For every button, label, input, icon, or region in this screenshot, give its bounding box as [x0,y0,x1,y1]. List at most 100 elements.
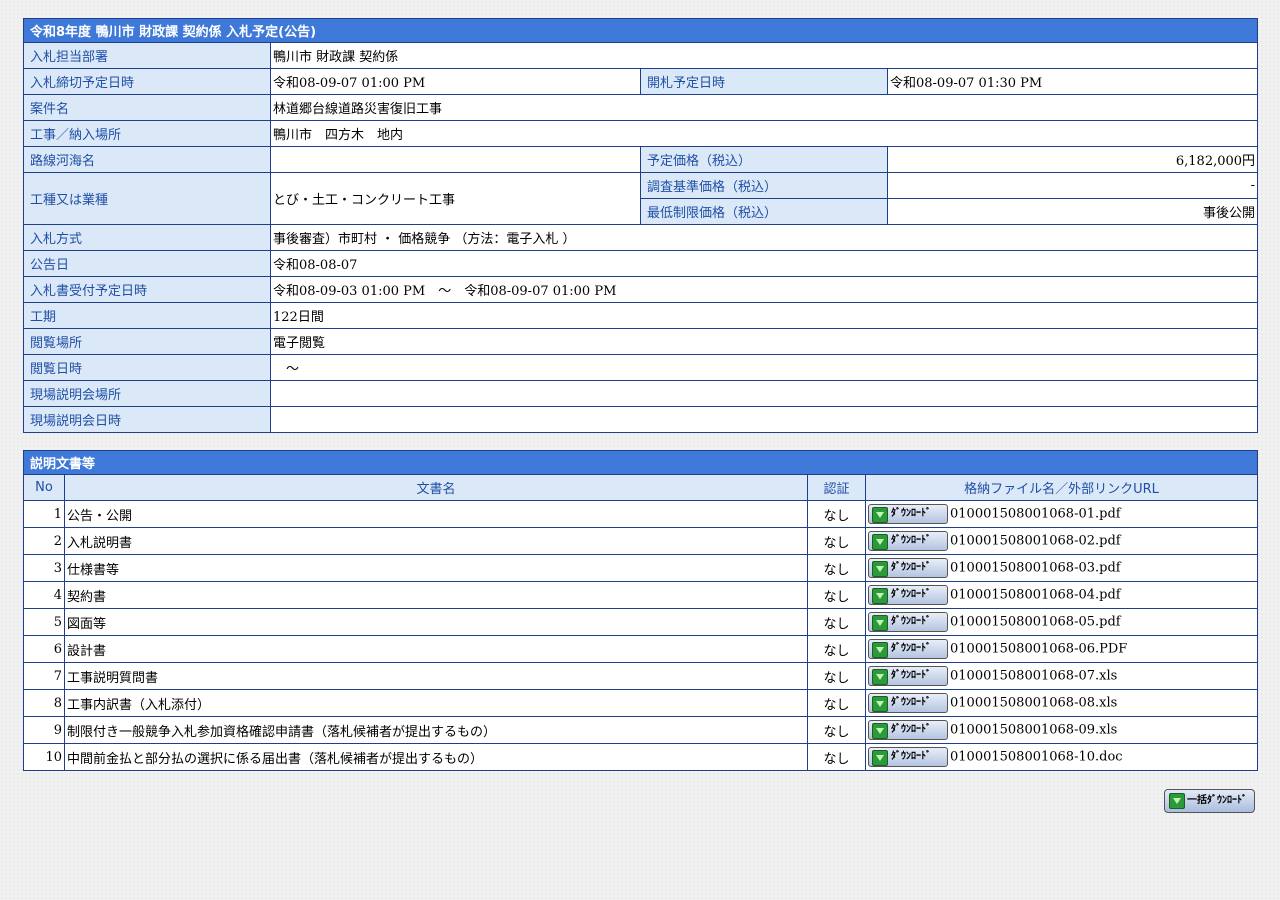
doc-name: 公告・公開 [64,500,808,528]
doc-filename[interactable]: 010001508001068-03.pdf [950,561,1121,576]
download-icon [872,750,888,766]
table-row: 5 図面等 なし ﾀﾞｳﾝﾛｰﾄﾞ 010001508001068-05.pdf [23,608,1259,636]
download-label: ﾀﾞｳﾝﾛｰﾄﾞ [891,751,931,762]
download-button[interactable]: ﾀﾞｳﾝﾛｰﾄﾞ [868,612,948,632]
doc-auth: なし [807,581,866,609]
col-no-header: No [23,474,65,501]
doc-file-cell: ﾀﾞｳﾝﾛｰﾄﾞ 010001508001068-06.PDF [864,635,1259,663]
doc-filename[interactable]: 010001508001068-08.xls [950,696,1117,711]
department-value: 鴨川市 財政課 契約係 [269,42,1259,69]
construction-period-value: 122日間 [269,302,1259,329]
table-row: 10 中間前金払と部分払の選択に係る届出書（落札候補者が提出するもの） なし ﾀﾞｳﾝ… [23,743,1259,771]
briefing-place-label: 現場説明会場所 [23,380,271,407]
receipt-period-value: 令和08-09-03 01:00 PM ～ 令和08-09-07 01:00 P… [269,276,1259,303]
doc-no: 6 [23,635,65,663]
doc-auth: なし [807,716,866,744]
viewing-time-value: ～ [269,354,1259,381]
doc-auth: なし [807,743,866,771]
download-label: ﾀﾞｳﾝﾛｰﾄﾞ [891,697,931,708]
location-value: 鴨川市 四方木 地内 [269,120,1259,147]
download-icon [872,561,888,577]
notice-title: 令和8年度 鴨川市 財政課 契約係 入札予定(公告) [22,18,1259,43]
doc-name: 工事内訳書（入札添付） [64,689,808,717]
department-label: 入札担当部署 [23,42,271,69]
doc-name: 入札説明書 [64,527,808,555]
doc-auth: なし [807,662,866,690]
download-button[interactable]: ﾀﾞｳﾝﾛｰﾄﾞ [868,531,948,551]
construction-period-label: 工期 [23,302,271,329]
download-button[interactable]: ﾀﾞｳﾝﾛｰﾄﾞ [868,720,948,740]
download-button[interactable]: ﾀﾞｳﾝﾛｰﾄﾞ [868,558,948,578]
bulk-download-button[interactable]: 一括ﾀﾞｳﾝﾛｰﾄﾞ [1164,789,1255,813]
announce-date-value: 令和08-08-07 [269,250,1259,277]
doc-no: 9 [23,716,65,744]
bulk-download-label: 一括ﾀﾞｳﾝﾛｰﾄﾞ [1187,795,1247,806]
download-icon [872,642,888,658]
announce-date-label: 公告日 [23,250,271,277]
doc-no: 1 [23,500,65,528]
doc-no: 2 [23,527,65,555]
doc-no: 3 [23,554,65,582]
opening-label: 開札予定日時 [640,68,888,95]
method-value: 事後審査）市町村 ・ 価格競争 （方法：電子入札 ） [269,224,1259,251]
doc-filename[interactable]: 010001508001068-10.doc [950,750,1123,765]
download-icon [872,669,888,685]
table-row: 6 設計書 なし ﾀﾞｳﾝﾛｰﾄﾞ 010001508001068-06.PDF [23,635,1259,663]
download-label: ﾀﾞｳﾝﾛｰﾄﾞ [891,670,931,681]
download-button[interactable]: ﾀﾞｳﾝﾛｰﾄﾞ [868,693,948,713]
route-label: 路線河海名 [23,146,271,173]
doc-no: 10 [23,743,65,771]
doc-filename[interactable]: 010001508001068-06.PDF [950,642,1127,657]
download-button[interactable]: ﾀﾞｳﾝﾛｰﾄﾞ [868,666,948,686]
doc-file-cell: ﾀﾞｳﾝﾛｰﾄﾞ 010001508001068-04.pdf [864,581,1259,609]
doc-name: 図面等 [64,608,808,636]
documents-title: 説明文書等 [22,450,1259,475]
survey-price-label: 調査基準価格（税込） [640,172,888,199]
doc-auth: なし [807,635,866,663]
download-button[interactable]: ﾀﾞｳﾝﾛｰﾄﾞ [868,585,948,605]
min-price-value: 事後公開 [886,198,1259,225]
deadline-value: 令和08-09-07 01:00 PM [270,68,641,95]
receipt-period-label: 入札書受付予定日時 [23,276,271,303]
doc-no: 5 [23,608,65,636]
download-button[interactable]: ﾀﾞｳﾝﾛｰﾄﾞ [868,504,948,524]
doc-name: 設計書 [64,635,808,663]
table-row: 4 契約書 なし ﾀﾞｳﾝﾛｰﾄﾞ 010001508001068-04.pdf [23,581,1259,609]
category-label: 工種又は業種 [23,172,271,225]
doc-no: 4 [23,581,65,609]
table-row: 1 公告・公開 なし ﾀﾞｳﾝﾛｰﾄﾞ 010001508001068-01.pdf [23,500,1259,528]
col-file-header: 格納ファイル名／外部リンクURL [864,474,1259,501]
notice-table: 令和8年度 鴨川市 財政課 契約係 入札予定(公告) 入札担当部署 鴨川市 財政… [22,18,1259,433]
doc-auth: なし [807,554,866,582]
download-icon [872,588,888,604]
method-label: 入札方式 [23,224,271,251]
location-label: 工事／納入場所 [23,120,271,147]
doc-name: 中間前金払と部分払の選択に係る届出書（落札候補者が提出するもの） [64,743,808,771]
doc-filename[interactable]: 010001508001068-04.pdf [950,588,1121,603]
doc-auth: なし [807,527,866,555]
survey-price-value: - [886,172,1259,199]
doc-name: 制限付き一般競争入札参加資格確認申請書（落札候補者が提出するもの） [64,716,808,744]
download-label: ﾀﾞｳﾝﾛｰﾄﾞ [891,535,931,546]
table-row: 9 制限付き一般競争入札参加資格確認申請書（落札候補者が提出するもの） なし ﾀﾞｳﾝ… [23,716,1259,744]
download-button[interactable]: ﾀﾞｳﾝﾛｰﾄﾞ [868,747,948,767]
download-label: ﾀﾞｳﾝﾛｰﾄﾞ [891,724,931,735]
col-auth-header: 認証 [807,474,866,501]
download-label: ﾀﾞｳﾝﾛｰﾄﾞ [891,616,931,627]
opening-value: 令和08-09-07 01:30 PM [886,68,1259,95]
download-button[interactable]: ﾀﾞｳﾝﾛｰﾄﾞ [868,639,948,659]
doc-filename[interactable]: 010001508001068-07.xls [950,669,1117,684]
doc-filename[interactable]: 010001508001068-02.pdf [950,534,1121,549]
doc-file-cell: ﾀﾞｳﾝﾛｰﾄﾞ 010001508001068-02.pdf [864,527,1259,555]
doc-filename[interactable]: 010001508001068-05.pdf [950,615,1121,630]
download-label: ﾀﾞｳﾝﾛｰﾄﾞ [891,562,931,573]
download-icon [872,507,888,523]
download-icon [872,534,888,550]
deadline-label: 入札締切予定日時 [23,68,271,95]
briefing-time-label: 現場説明会日時 [23,406,271,433]
briefing-place-value [269,380,1259,407]
route-value [270,146,641,173]
doc-filename[interactable]: 010001508001068-01.pdf [950,507,1121,522]
table-row: 8 工事内訳書（入札添付） なし ﾀﾞｳﾝﾛｰﾄﾞ 010001508001068-08… [23,689,1259,717]
doc-filename[interactable]: 010001508001068-09.xls [950,723,1117,738]
